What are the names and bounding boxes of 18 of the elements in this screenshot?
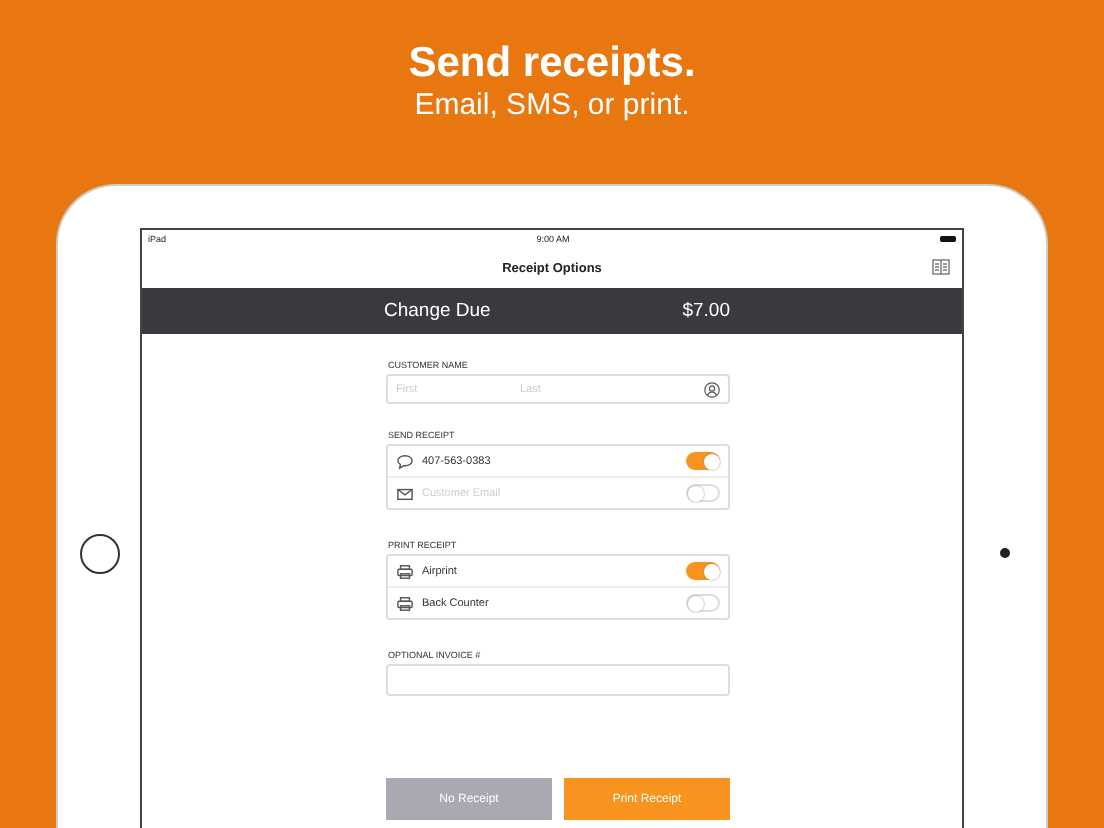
toggle-switch[interactable]	[686, 562, 720, 580]
home-button[interactable]	[79, 534, 119, 574]
battery-icon	[940, 236, 956, 242]
headline: Send receipts.	[408, 40, 696, 88]
change-due-amount: $7.00	[682, 300, 730, 322]
printer-icon	[396, 563, 414, 579]
invoice-field[interactable]	[386, 664, 730, 696]
camera-dot	[1000, 548, 1010, 558]
toggle-switch[interactable]	[686, 452, 720, 470]
change-due-label: Change Due	[384, 300, 491, 322]
printer-icon	[396, 595, 414, 611]
speech-bubble-icon	[396, 453, 414, 469]
toggle-switch[interactable]	[686, 484, 720, 502]
envelope-icon	[396, 485, 414, 501]
subheadline: Email, SMS, or print.	[414, 88, 690, 124]
toggle-switch[interactable]	[686, 594, 720, 612]
person-icon[interactable]	[704, 381, 720, 397]
book-icon[interactable]	[932, 258, 950, 276]
